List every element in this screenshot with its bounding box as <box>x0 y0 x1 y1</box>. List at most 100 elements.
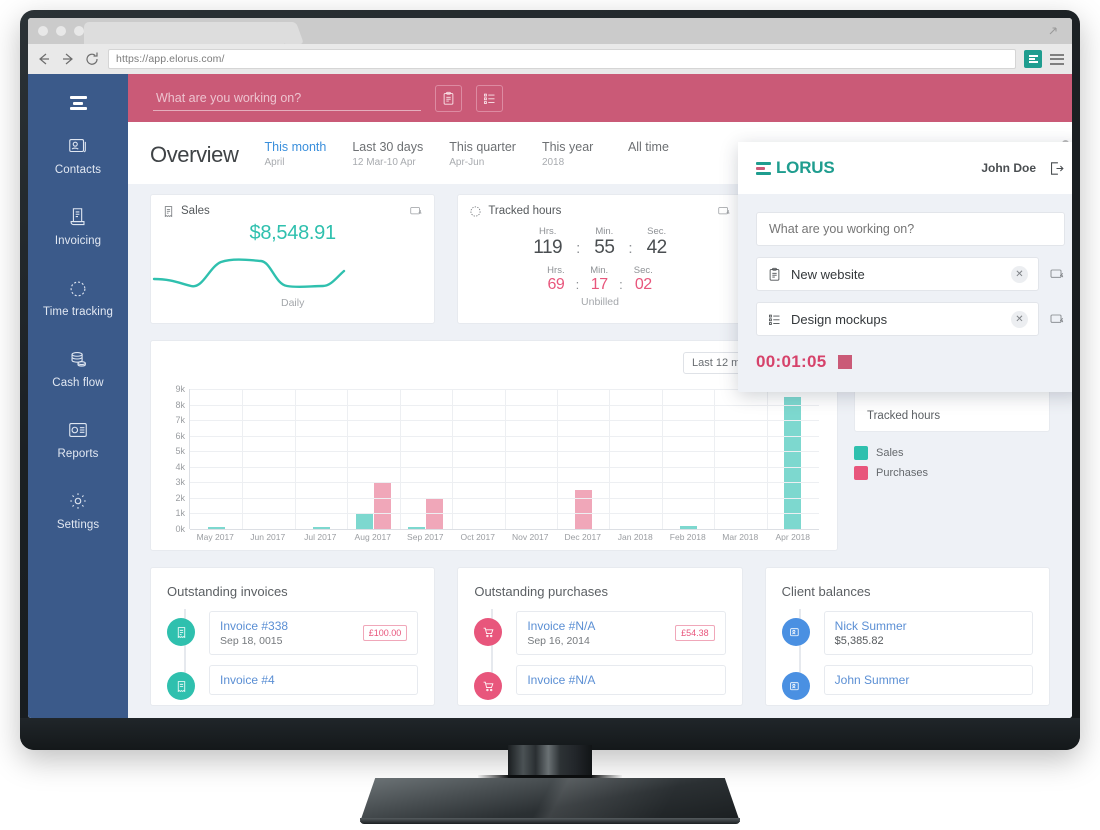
browser-tab[interactable] <box>84 22 284 44</box>
browser-menu-icon[interactable] <box>1050 51 1064 67</box>
list-item[interactable]: Invoice #338 Sep 18, 0015 £100.00 <box>167 611 419 655</box>
chart-gridline-vertical <box>294 389 296 529</box>
chart-bar-sales[interactable] <box>355 513 373 529</box>
close-icon[interactable]: ✕ <box>1011 265 1028 283</box>
chart-bar-purchases[interactable] <box>574 490 592 529</box>
sales-card-header: Sales <box>151 195 434 218</box>
chart-bar-group[interactable] <box>295 389 347 529</box>
sidebar-item-settings[interactable]: Settings <box>28 473 128 544</box>
client-row-box[interactable]: Nick Summer $5,385.82 <box>823 611 1033 655</box>
refresh-icon[interactable] <box>1049 266 1065 282</box>
client-name: John Summer <box>834 673 910 687</box>
chart-bar-group[interactable] <box>714 389 766 529</box>
sidebar-item-cash-flow[interactable]: Cash flow <box>28 331 128 402</box>
sidebar-item-invoicing[interactable]: Invoicing <box>28 189 128 260</box>
sidebar-logo[interactable] <box>28 74 128 118</box>
chart-bar-group[interactable] <box>242 389 294 529</box>
chart-y-tick: 8k <box>175 399 185 410</box>
logout-icon[interactable] <box>1048 160 1065 177</box>
widget-task-design-mockups[interactable]: Design mockups ✕ <box>756 302 1039 336</box>
chart-bar-group[interactable] <box>609 389 661 529</box>
purchase-row-box[interactable]: Invoice #N/A Sep 16, 2014 £54.38 <box>516 611 726 655</box>
refresh-icon[interactable] <box>1049 311 1065 327</box>
chart-x-tick: Oct 2017 <box>460 532 496 542</box>
list-item[interactable]: Invoice #4 <box>167 665 419 700</box>
clipboard-icon[interactable] <box>435 84 462 112</box>
list-item[interactable]: Invoice #N/A <box>474 665 726 700</box>
elorus-timer-widget: LORUS John Doe What are you working on? … <box>738 142 1072 392</box>
chart-bar-group[interactable] <box>452 389 504 529</box>
tracked-hours-title: Tracked hours <box>488 205 562 217</box>
invoice-row-box[interactable]: Invoice #4 <box>209 665 419 695</box>
refresh-icon[interactable] <box>409 204 423 218</box>
close-icon[interactable]: ✕ <box>1011 310 1028 328</box>
total-seconds-cell: Sec. 42 <box>647 226 668 259</box>
sidebar-item-label: Reports <box>57 448 99 460</box>
card-title: Client balances <box>781 584 871 599</box>
purchase-row-box[interactable]: Invoice #N/A <box>516 665 726 695</box>
maximize-icon[interactable] <box>1046 24 1060 38</box>
widget-task-row: Design mockups ✕ <box>756 302 1065 336</box>
minutes-unit-label: Min. <box>595 226 614 237</box>
sales-card-title: Sales <box>181 205 210 217</box>
hours-unit-label: Hrs. <box>547 265 565 276</box>
range-label: Last 30 days <box>352 140 424 154</box>
chart-y-axis: 0k 1k 2k 3k 4k 5k 6k 7k 8k 9k <box>163 384 185 534</box>
chart-x-tick: Sep 2017 <box>407 532 444 542</box>
chart-gridline-vertical <box>714 389 716 529</box>
purchase-amount: £54.38 <box>675 625 715 641</box>
stop-icon[interactable] <box>838 355 853 369</box>
chart-bar-group[interactable] <box>557 389 609 529</box>
forward-arrow-icon[interactable] <box>60 51 76 67</box>
sidebar-item-label: Time tracking <box>43 306 113 318</box>
range-this-quarter[interactable]: This quarter Apr-Jun <box>449 140 516 168</box>
chart-bar-purchases[interactable] <box>373 483 391 529</box>
chart-bar-group[interactable] <box>767 389 819 529</box>
chart-bar-sales[interactable] <box>784 396 802 529</box>
sidebar-item-contacts[interactable]: Contacts <box>28 118 128 189</box>
elorus-extension-icon[interactable] <box>1024 50 1042 68</box>
tab-tracked-hours[interactable]: Tracked hours <box>855 401 1049 431</box>
task-list-icon[interactable] <box>476 84 503 112</box>
chart-gridline-vertical <box>452 389 454 529</box>
chart-x-tick: Jul 2017 <box>304 532 337 542</box>
range-this-month[interactable]: This month April <box>265 140 327 168</box>
range-all-time[interactable]: All time <box>628 140 688 157</box>
widget-search-input[interactable] <box>756 212 1065 246</box>
invoice-date: Sep 18, 0015 <box>220 635 283 647</box>
chart-bar-group[interactable] <box>505 389 557 529</box>
sidebar-item-time-tracking[interactable]: Time tracking <box>28 260 128 331</box>
window-controls[interactable] <box>38 26 84 36</box>
range-this-year[interactable]: This year 2018 <box>542 140 602 168</box>
task-list-icon <box>769 314 780 325</box>
stopwatch-icon <box>28 275 128 301</box>
invoice-info: Invoice #4 <box>220 673 275 687</box>
chart-bar-group[interactable] <box>662 389 714 529</box>
sidebar-item-reports[interactable]: Reports <box>28 402 128 473</box>
refresh-icon[interactable] <box>717 204 731 218</box>
legend-item-sales[interactable]: Sales <box>854 446 1050 460</box>
legend-swatch <box>854 446 868 460</box>
list-item[interactable]: Nick Summer $5,385.82 <box>781 611 1033 655</box>
list-item[interactable]: John Summer <box>781 665 1033 700</box>
client-row-box[interactable]: John Summer <box>823 665 1033 695</box>
reload-icon[interactable] <box>84 51 100 67</box>
chart-bar-group[interactable] <box>190 389 242 529</box>
timer-search-input[interactable] <box>153 85 421 111</box>
unbilled-minutes-value: 17 <box>590 276 608 293</box>
chart-bar-group[interactable] <box>347 389 399 529</box>
back-arrow-icon[interactable] <box>36 51 52 67</box>
range-last-30-days[interactable]: Last 30 days 12 Mar-10 Apr <box>352 140 423 168</box>
chart-gridline-vertical <box>242 389 244 529</box>
address-bar[interactable]: https://app.elorus.com/ <box>108 49 1016 69</box>
widget-task-new-website[interactable]: New website ✕ <box>756 257 1039 291</box>
legend-item-purchases[interactable]: Purchases <box>854 466 1050 480</box>
chart-y-tick: 0k <box>175 524 185 534</box>
chart-y-tick: 4k <box>175 461 185 472</box>
chart-bar-group[interactable] <box>400 389 452 529</box>
chart-x-tick: Dec 2017 <box>564 532 601 542</box>
list-item[interactable]: Invoice #N/A Sep 16, 2014 £54.38 <box>474 611 726 655</box>
invoice-row-box[interactable]: Invoice #338 Sep 18, 0015 £100.00 <box>209 611 419 655</box>
chart-y-tick: 3k <box>175 477 185 488</box>
monitor-stand-base <box>360 778 740 822</box>
